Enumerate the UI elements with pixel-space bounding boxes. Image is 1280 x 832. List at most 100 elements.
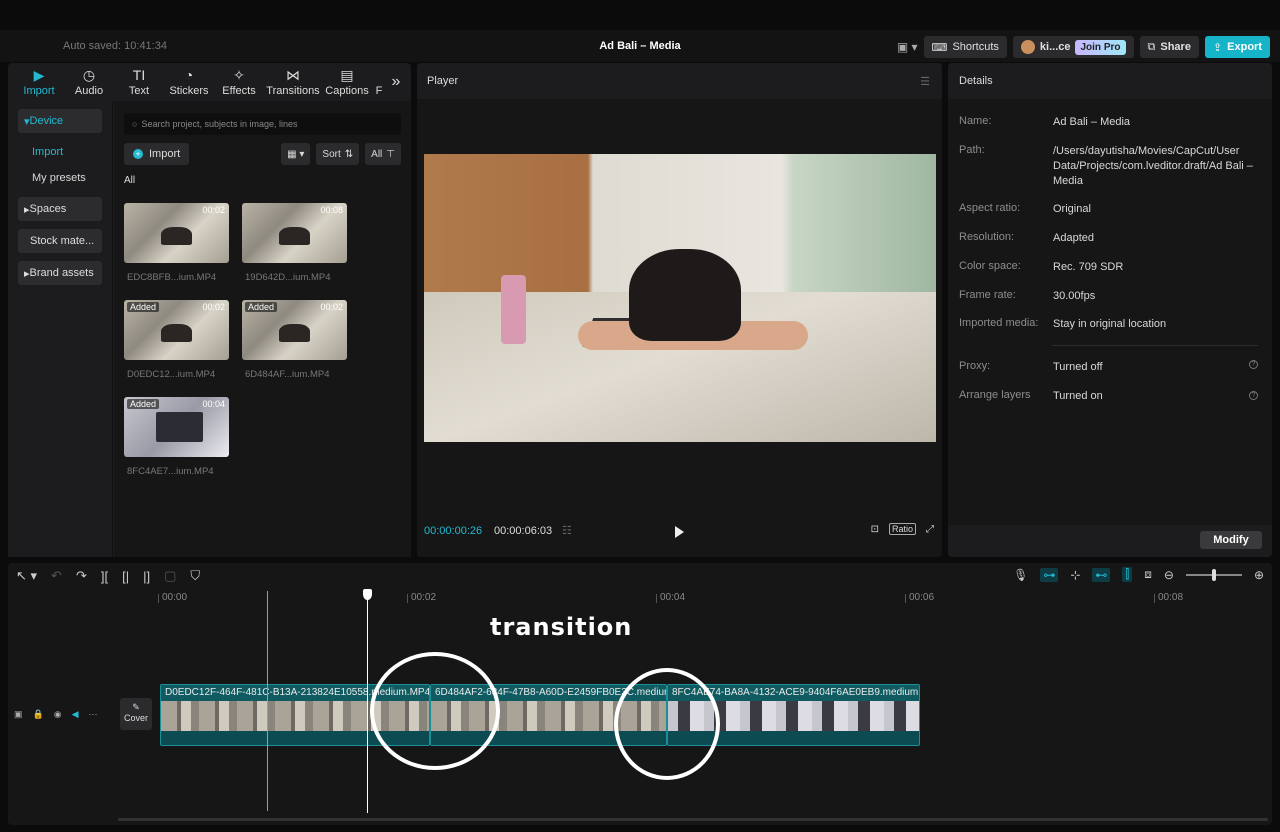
filter-icon: ⊤: [386, 148, 395, 160]
fit-screen-icon[interactable]: ⊡: [871, 524, 879, 535]
fullscreen-icon[interactable]: ⤢: [926, 524, 934, 535]
detail-row: Color space: Rec. 709 SDR: [959, 260, 1124, 273]
modify-button[interactable]: Modify: [1200, 531, 1262, 549]
tab-audio[interactable]: ◷ Audio: [64, 63, 114, 97]
detail-row: Arrange layers Turned on: [959, 389, 1103, 402]
share-icon: ⧉: [1147, 40, 1156, 53]
join-pro-badge[interactable]: Join Pro: [1075, 39, 1126, 55]
media-item[interactable]: Added 00:02: [124, 300, 229, 360]
annotation-text: transition: [490, 613, 633, 641]
link-icon[interactable]: ⊶: [1040, 567, 1059, 582]
cover-button[interactable]: ✎ Cover: [120, 698, 152, 730]
annotation-circle: [370, 652, 500, 770]
annotation-circle: [614, 668, 720, 780]
sidebar-item-brand[interactable]: ▸ Brand assets: [18, 261, 102, 285]
added-badge: Added: [127, 302, 160, 312]
audio-icon[interactable]: ◀: [72, 709, 79, 720]
preview-axis-icon[interactable]: ⫿: [1122, 567, 1133, 582]
tab-more[interactable]: F: [372, 63, 386, 97]
media-content: ○ Search project, subjects in image, line…: [114, 101, 411, 557]
microphone-icon[interactable]: 🎙: [1013, 568, 1028, 582]
redo-icon[interactable]: ↷: [76, 568, 87, 584]
tab-captions[interactable]: ▤ Captions: [322, 63, 372, 97]
horizontal-scrollbar[interactable]: [118, 818, 1268, 821]
select-tool-icon[interactable]: ↖ ▾: [16, 568, 37, 584]
media-item[interactable]: Added 00:02: [242, 300, 347, 360]
media-panel: ▶ Import ◷ Audio TI Text ◔ Stickers ✧ Effects…: [8, 63, 411, 557]
media-item[interactable]: 00:02: [124, 203, 229, 263]
section-label: All: [124, 175, 136, 186]
tab-transitions[interactable]: ⋈ Transitions: [264, 63, 322, 97]
help-icon[interactable]: ?: [1249, 360, 1258, 369]
sticker-icon: ◔: [184, 67, 194, 83]
zoom-slider[interactable]: [1185, 568, 1242, 581]
media-item-name: D0EDC12...ium.MP4: [127, 369, 216, 380]
sidebar-item-stock[interactable]: Stock mate...: [18, 229, 102, 253]
player-title: Player: [427, 75, 459, 87]
sidebar-item-device[interactable]: ▾ Device: [18, 109, 102, 133]
search-input[interactable]: ○ Search project, subjects in image, line…: [124, 113, 401, 135]
lock-icon[interactable]: 🔒: [33, 709, 44, 720]
snap-icon[interactable]: ⊹: [1070, 568, 1080, 582]
grid-icon: ▦ ▾: [287, 148, 305, 160]
tab-import[interactable]: ▶ Import: [14, 63, 64, 97]
ratio-button[interactable]: Ratio: [888, 523, 916, 535]
tab-text[interactable]: TI Text: [114, 63, 164, 97]
layout-icon[interactable]: ▣ ▾: [897, 40, 918, 54]
delete-icon[interactable]: ▢: [164, 568, 176, 584]
avatar: [1020, 40, 1035, 54]
filter-button[interactable]: All ⊤: [365, 143, 401, 165]
trim-left-icon[interactable]: [|: [122, 569, 129, 584]
tab-effects[interactable]: ✧ Effects: [214, 63, 264, 97]
current-timecode: 00:00:00:26: [424, 525, 483, 537]
detail-row: Proxy: Turned off: [959, 360, 1103, 373]
video-preview[interactable]: [424, 154, 936, 442]
more-icon[interactable]: ···: [89, 709, 98, 720]
list-icon[interactable]: ☷: [562, 524, 572, 537]
zoom-out-icon[interactable]: ⊖: [1164, 568, 1174, 582]
effects-icon: ✧: [233, 67, 245, 83]
help-icon[interactable]: ?: [1249, 391, 1258, 400]
chain-icon[interactable]: ⊷: [1092, 567, 1111, 582]
divider: [1052, 345, 1258, 346]
detail-row: Path:/Users/dayutisha/Movies/CapCut/User…: [959, 144, 1253, 187]
text-icon: TI: [132, 67, 146, 83]
time-ruler[interactable]: 00:00 00:02 00:04 00:06 00:08: [158, 592, 1272, 604]
detail-row: Resolution: Adapted: [959, 231, 1094, 244]
zoom-in-icon[interactable]: ⊕: [1254, 568, 1264, 582]
sidebar-item-presets[interactable]: My presets: [18, 167, 102, 189]
media-item[interactable]: Added 00:04: [124, 397, 229, 457]
user-menu[interactable]: ki...ce Join Pro: [1012, 36, 1134, 58]
sidebar-item-spaces[interactable]: ▸ Spaces: [18, 197, 102, 221]
player-panel: Player ☰ 00:00:00:26 00:00:06:03 ☷ ⊡ Rati…: [417, 63, 942, 557]
caption-icon[interactable]: ⧈: [1144, 567, 1152, 582]
media-item[interactable]: 00:08: [242, 203, 347, 263]
export-button[interactable]: ⇪ Export: [1204, 36, 1270, 58]
trim-right-icon[interactable]: |]: [143, 569, 150, 584]
media-item-name: 6D484AF...ium.MP4: [245, 369, 330, 380]
import-icon: ▶: [33, 67, 45, 83]
shield-icon[interactable]: ⛉: [190, 568, 200, 584]
transition-icon: ⋈: [286, 67, 300, 83]
menu-icon[interactable]: ☰: [920, 75, 930, 88]
media-tabs: ▶ Import ◷ Audio TI Text ◔ Stickers ✧ Effects…: [8, 63, 411, 101]
keyboard-icon: ⌨: [931, 41, 948, 54]
undo-icon[interactable]: ↶: [51, 568, 62, 584]
sort-button[interactable]: Sort ⇅: [316, 143, 360, 165]
chevron-right-icon[interactable]: »: [386, 63, 406, 91]
details-title: Details: [948, 63, 1272, 99]
audio-icon: ◷: [82, 67, 96, 83]
sidebar-item-import[interactable]: Import: [18, 141, 102, 163]
play-icon[interactable]: [675, 526, 684, 538]
eye-icon[interactable]: ◉: [54, 709, 62, 720]
playhead[interactable]: [363, 589, 372, 813]
tab-stickers[interactable]: ◔ Stickers: [164, 63, 214, 97]
marker-line: [267, 591, 268, 811]
share-button[interactable]: ⧉ Share: [1139, 36, 1199, 58]
split-icon[interactable]: ][: [101, 569, 108, 584]
import-button[interactable]: + Import: [124, 143, 190, 165]
shortcuts-button[interactable]: ⌨ Shortcuts: [923, 36, 1007, 58]
view-toggle[interactable]: ▦ ▾: [281, 143, 311, 165]
plus-icon: +: [133, 149, 143, 159]
search-icon: ○: [132, 119, 138, 129]
